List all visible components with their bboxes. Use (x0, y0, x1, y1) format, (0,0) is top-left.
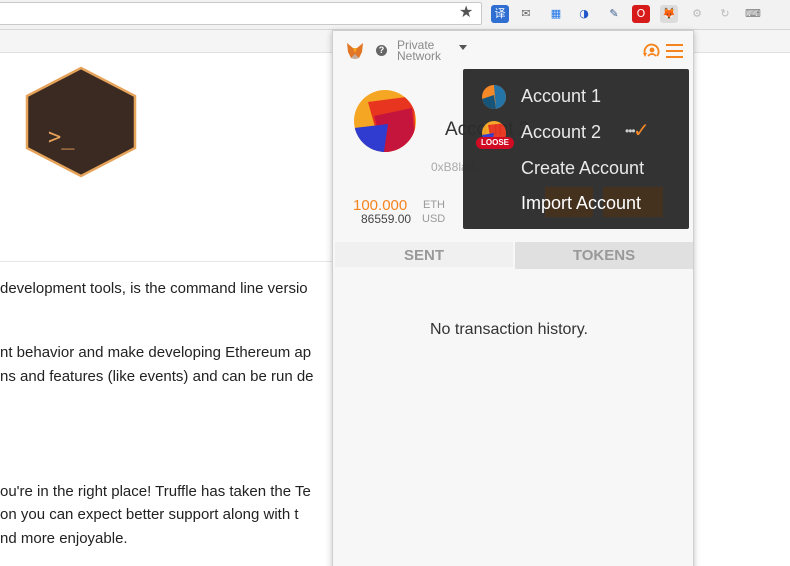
account1-identicon (482, 85, 506, 109)
tx-tabs: SENT TOKENS (335, 242, 693, 269)
selected-check-icon: ✓ (633, 118, 650, 142)
usd-balance: 86559.00 (361, 212, 412, 226)
paragraph-line: ns and features (like events) and can be… (0, 368, 314, 385)
popup-header: ? Private Network (333, 31, 693, 71)
transaction-list: No transaction history. (335, 271, 693, 566)
mail-ext-icon[interactable]: ✉ (517, 5, 535, 23)
usd-unit: USD (422, 213, 446, 225)
opera-ext-icon[interactable]: O (632, 5, 650, 23)
translate-ext-icon[interactable]: 译 (491, 5, 509, 23)
gear-ext-icon[interactable]: ⚙ (688, 5, 706, 23)
paragraph-line: on you can expect better support along w… (0, 506, 299, 523)
paragraph-line: nd more enjoyable. (0, 530, 128, 547)
truffle-ganache-logo: >_ (22, 65, 140, 179)
hamburger-menu-icon[interactable] (666, 44, 683, 58)
sync-ext-icon[interactable]: ◑ (575, 5, 593, 23)
account-2-item[interactable]: Account 2 (521, 122, 601, 143)
account-switch-icon[interactable] (642, 42, 661, 61)
network-name-line2: Network (397, 49, 442, 63)
address-bar[interactable] (0, 2, 482, 25)
calendar-ext-icon[interactable]: ▦ (547, 5, 565, 23)
empty-history-message: No transaction history. (430, 321, 588, 338)
caret-down-icon[interactable] (459, 45, 467, 50)
paragraph-line: nt behavior and make developing Ethereum… (0, 344, 312, 361)
eth-unit: ETH (423, 199, 445, 211)
paragraph-line: development tools, is the command line v… (0, 280, 308, 297)
help-icon[interactable]: ? (376, 45, 387, 56)
tab-sent[interactable]: SENT (335, 242, 513, 269)
account-identicon[interactable] (354, 90, 416, 152)
bookmark-star-icon[interactable]: ★ (459, 3, 473, 21)
browser-toolbar: ★ 译 ✉ ▦ ◑ ✎ O 🦊 ⚙ ↻ ⌨ (0, 0, 790, 30)
logo-prompt-text: >_ (48, 125, 75, 150)
tab-tokens[interactable]: TOKENS (515, 242, 693, 269)
network-selector[interactable]: Private Network (397, 39, 442, 63)
paragraph-line: ou're in the right place! Truffle has ta… (0, 483, 311, 500)
refresh-ext-icon[interactable]: ↻ (716, 5, 734, 23)
metamask-fox-icon[interactable] (345, 41, 365, 61)
metamask-ext-icon[interactable]: 🦊 (660, 5, 678, 23)
page-divider (0, 261, 340, 262)
dropper-ext-icon[interactable]: ✎ (605, 5, 623, 23)
account-dropdown: Account 1 LOOSE Account 2 ••• ✓ Create A… (463, 69, 689, 229)
create-account-item[interactable]: Create Account (521, 158, 644, 179)
import-account-item[interactable]: Import Account (521, 193, 641, 214)
loose-badge: LOOSE (476, 137, 514, 149)
account-1-item[interactable]: Account 1 (521, 86, 601, 107)
keyboard-ext-icon[interactable]: ⌨ (744, 5, 762, 23)
